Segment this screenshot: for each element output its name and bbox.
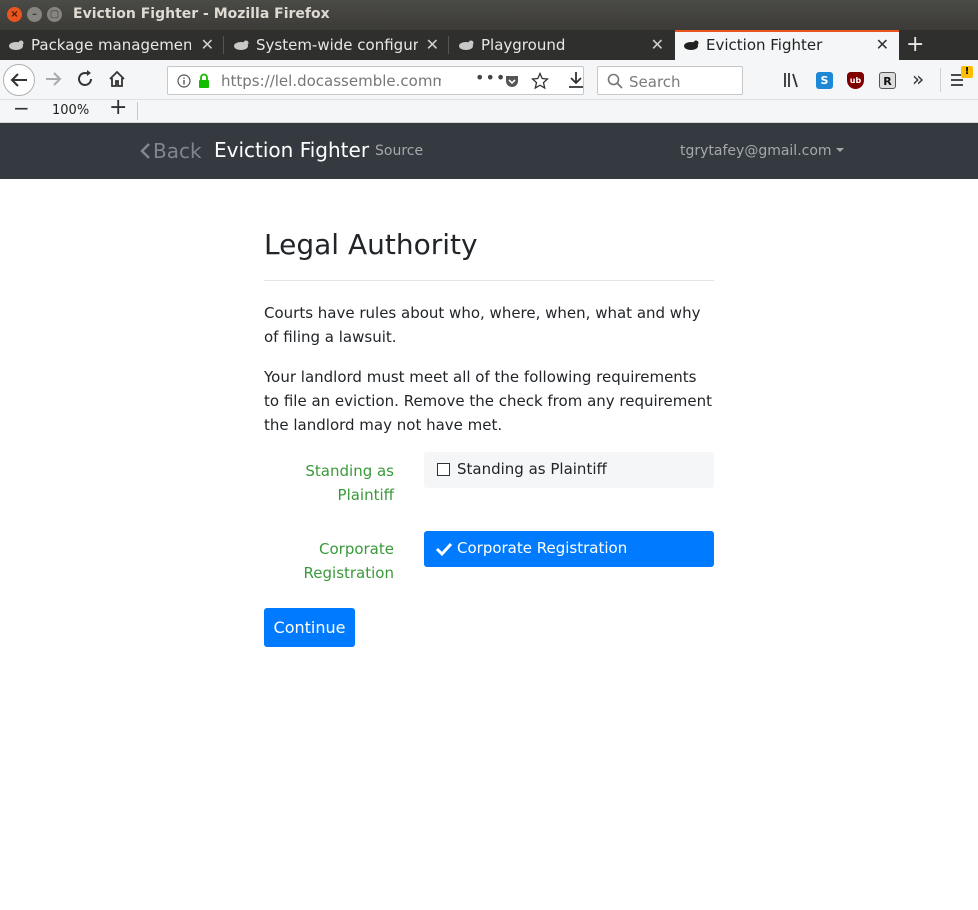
url-text[interactable]: https://lel.docassemble.commu <box>221 72 441 90</box>
instructions-text: Your landlord must meet all of the follo… <box>264 368 712 434</box>
zoom-in-button[interactable]: + <box>109 95 127 120</box>
page-actions-icon[interactable]: ••• <box>475 68 506 87</box>
tab-label: Playground <box>481 36 566 54</box>
window-titlebar: × – ▢ Eviction Fighter - Mozilla Firefox <box>0 0 978 30</box>
window-close-button[interactable]: × <box>7 7 22 22</box>
update-warning-icon[interactable]: ! <box>961 66 973 78</box>
search-icon <box>607 73 623 89</box>
field-label-corporate: Corporate Registration <box>303 540 394 582</box>
zoom-toolbar: − 100% + <box>0 95 978 123</box>
bookmark-star-icon[interactable] <box>531 72 549 90</box>
zoom-level[interactable]: 100% <box>52 103 89 118</box>
checkbox-label: Standing as Plaintiff <box>457 460 607 478</box>
checkmark-icon <box>435 542 453 557</box>
docassemble-favicon-icon <box>234 40 249 50</box>
tab-divider <box>448 36 449 54</box>
checkbox-corporate-registration[interactable]: Corporate Registration <box>424 531 714 567</box>
download-icon[interactable] <box>566 70 586 90</box>
checkbox-label: Corporate Registration <box>457 539 628 557</box>
tab-package-management[interactable]: Package management ✕ <box>0 30 224 60</box>
user-email: tgrytafey@gmail.com <box>680 143 832 159</box>
tab-label: Eviction Fighter <box>706 36 823 54</box>
pocket-icon[interactable] <box>504 73 520 89</box>
tab-close-icon[interactable]: ✕ <box>201 35 214 54</box>
window-maximize-button[interactable]: ▢ <box>47 7 62 22</box>
search-placeholder: Search <box>629 73 681 91</box>
zoom-out-button[interactable]: − <box>13 96 30 120</box>
r-extension-icon[interactable]: R <box>879 72 896 89</box>
caret-down-icon <box>835 148 844 152</box>
tab-strip: Package management ✕ System-wide configu… <box>0 30 978 60</box>
continue-button[interactable]: Continue <box>264 608 355 647</box>
reload-icon[interactable] <box>75 69 95 89</box>
checkbox-standing-as-plaintiff[interactable]: Standing as Plaintiff <box>424 452 714 488</box>
back-button[interactable] <box>3 64 35 96</box>
tab-label: Package management <box>31 36 191 54</box>
ublock-shield-icon[interactable]: ub <box>847 72 864 89</box>
tab-label: System-wide configurat <box>256 36 418 54</box>
user-menu[interactable]: tgrytafey@gmail.com <box>680 143 844 159</box>
docassemble-favicon-icon <box>459 40 474 50</box>
arrow-left-icon <box>10 73 27 87</box>
info-icon[interactable] <box>177 74 191 88</box>
skype-extension-icon[interactable]: S <box>816 72 833 89</box>
window-minimize-button[interactable]: – <box>27 7 42 22</box>
title-divider <box>264 280 714 281</box>
intro-text: Courts have rules about who, where, when… <box>264 304 701 346</box>
docassemble-favicon-icon <box>9 40 24 50</box>
tab-playground[interactable]: Playground ✕ <box>450 30 674 60</box>
library-icon[interactable] <box>782 70 802 90</box>
lock-icon <box>199 73 209 88</box>
tab-close-icon[interactable]: ✕ <box>426 35 439 54</box>
tab-eviction-fighter[interactable]: Eviction Fighter ✕ <box>675 30 899 60</box>
search-field[interactable]: Search <box>597 66 743 95</box>
back-label: Back <box>153 139 202 163</box>
chevron-left-icon <box>140 143 150 159</box>
home-icon[interactable] <box>107 69 127 89</box>
forward-icon[interactable] <box>43 69 63 89</box>
new-tab-icon[interactable]: + <box>906 32 924 57</box>
page-title: Legal Authority <box>264 228 478 261</box>
tab-close-icon[interactable]: ✕ <box>876 35 889 54</box>
toolbar-divider <box>940 68 941 92</box>
app-brand[interactable]: Eviction Fighter <box>214 138 369 162</box>
tab-system-wide-configuration[interactable]: System-wide configurat ✕ <box>225 30 449 60</box>
zoom-divider <box>137 102 138 120</box>
tab-divider <box>223 36 224 54</box>
navigation-toolbar: https://lel.docassemble.commu ••• Search… <box>0 60 978 100</box>
source-link[interactable]: Source <box>375 143 423 159</box>
field-label-standing: Standing as Plaintiff <box>305 462 394 504</box>
app-header: Back Eviction Fighter Source tgrytafey@g… <box>0 123 978 179</box>
url-bar[interactable]: https://lel.docassemble.commu ••• <box>167 66 584 95</box>
window-title: Eviction Fighter - Mozilla Firefox <box>73 6 330 22</box>
unchecked-box-icon <box>437 463 450 476</box>
docassemble-favicon-icon <box>684 40 699 50</box>
overflow-chevron-icon[interactable]: » <box>912 67 924 91</box>
tab-close-icon[interactable]: ✕ <box>651 35 664 54</box>
